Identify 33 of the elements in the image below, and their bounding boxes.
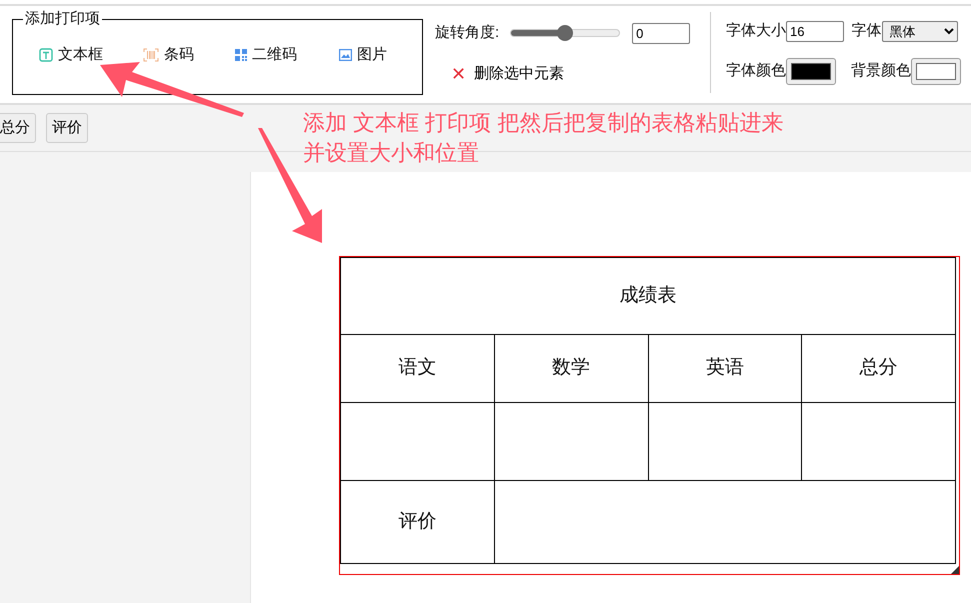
font-color-label: 字体颜色 [726, 60, 786, 81]
toolbar-button[interactable]: 总分 [0, 113, 36, 143]
table-header-cell: 语文 [340, 334, 494, 402]
table-header-cell: 数学 [494, 334, 648, 402]
table-header-cell: 总分 [802, 334, 956, 402]
font-size-label: 字体大小 [726, 21, 786, 41]
group-legend: 添加打印项 [23, 10, 102, 28]
selected-element-frame[interactable]: 成绩表 语文 数学 英语 总分 评价 [339, 256, 960, 575]
barcode-icon [143, 48, 159, 62]
add-item-button[interactable]: 图片 [339, 44, 387, 66]
rotation-label: 旋转角度: [435, 23, 500, 43]
background-color-label: 背景颜色 [851, 60, 911, 81]
text-box-icon [39, 48, 53, 62]
font-label: 字体 [852, 21, 882, 41]
resize-handle[interactable] [951, 566, 959, 574]
add-item-button[interactable]: 条码 [143, 44, 235, 66]
table-header-cell: 英语 [648, 334, 802, 402]
add-item-button[interactable]: 文本框 [39, 44, 143, 66]
delete-button[interactable]: ✕ 删除选中元素 [451, 62, 564, 85]
font-color-picker[interactable] [786, 58, 836, 84]
image-icon [339, 49, 352, 62]
toolbar-button[interactable]: 评价 [46, 113, 88, 143]
add-item-button[interactable]: 二维码 [235, 44, 339, 66]
table-title: 成绩表 [340, 258, 956, 334]
table-cell: 评价 [340, 480, 494, 564]
background-color-picker[interactable] [911, 58, 961, 84]
rotation-input[interactable]: 0 [632, 22, 690, 44]
annotation-text: 并设置大小和位置 [303, 139, 480, 167]
font-size-input[interactable]: 16 [786, 20, 844, 42]
font-select[interactable]: 黑体 [882, 20, 958, 42]
close-icon: ✕ [451, 64, 466, 83]
annotation-text: 添加 文本框 打印项 把然后把复制的表格粘贴进来 [303, 109, 784, 137]
qr-code-icon [235, 49, 247, 62]
